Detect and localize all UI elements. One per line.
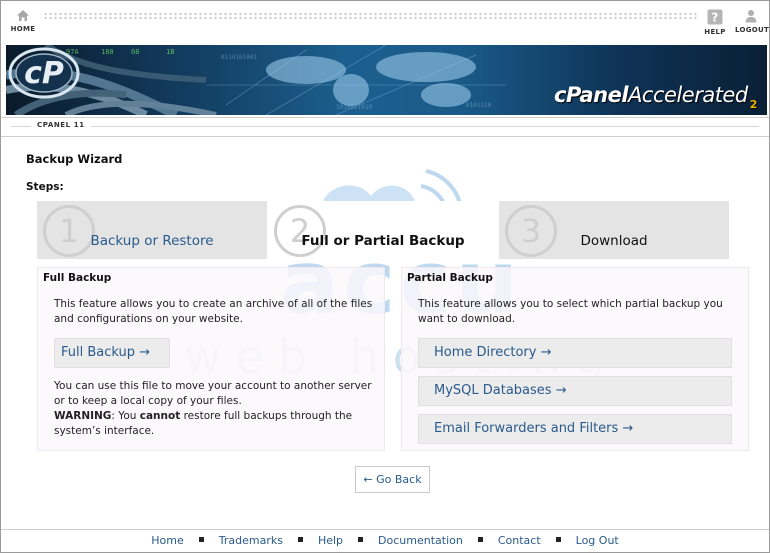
cpanel-brand: cPanelAccelerated 2 [554, 83, 757, 111]
steps-label: Steps: [26, 181, 64, 193]
brand-version: 2 [749, 98, 758, 111]
footer-nav: Home Trademarks Help Documentation Contact Lo… [1, 529, 769, 552]
version-label: CPANEL 11 [31, 121, 91, 129]
mysql-databases-button[interactable]: MySQL Databases → [418, 376, 732, 406]
step-download: 3 Download [499, 201, 729, 259]
footer-link-help[interactable]: Help [318, 534, 343, 547]
brand-suffix: Accelerated [628, 83, 748, 107]
email-forwarders-button[interactable]: Email Forwarders and Filters → [418, 414, 732, 444]
step-backup-or-restore[interactable]: 1 Backup or Restore [37, 201, 267, 259]
step-number-2: 2 [274, 205, 326, 257]
note-text: You can use this file to move your accou… [54, 380, 372, 407]
brand-name: cPanel [554, 83, 629, 107]
full-backup-panel: Full Backup This feature allows you to c… [37, 267, 385, 451]
logout-button[interactable]: LOGOUT [735, 9, 770, 34]
svg-text:?: ? [711, 11, 718, 25]
partial-backup-panel: Partial Backup This feature allows you t… [401, 267, 749, 451]
partial-backup-description: This feature allows you to select which … [418, 298, 723, 325]
home-label: HOME [10, 25, 36, 33]
top-toolbar: HOME ? HELP LOGOUT [1, 1, 769, 41]
footer-separator [555, 537, 561, 542]
page-title: Backup Wizard [26, 152, 123, 166]
home-directory-button[interactable]: Home Directory → [418, 338, 732, 368]
footer-link-trademarks[interactable]: Trademarks [219, 534, 283, 547]
step-number-1: 1 [43, 205, 95, 257]
help-button[interactable]: ? HELP [702, 9, 728, 36]
strip-line [11, 126, 759, 127]
toolbar-divider [43, 12, 698, 20]
svg-text:08: 08 [131, 48, 139, 56]
svg-text:0110101001: 0110101001 [221, 54, 258, 61]
house-icon [17, 10, 29, 21]
person-icon [745, 10, 757, 23]
footer-link-documentation[interactable]: Documentation [378, 534, 463, 547]
logout-label: LOGOUT [735, 26, 770, 34]
full-backup-button[interactable]: Full Backup → [54, 338, 170, 368]
help-label: HELP [704, 28, 726, 36]
header-banner: 97A 188 08 1B 0110101001 1010011010 0101110 c… [6, 45, 767, 115]
cpanel-window: HOME ? HELP LOGOUT 97A 188 08 1B 0110101… [0, 0, 770, 553]
footer-link-home[interactable]: Home [151, 534, 183, 547]
footer-link-logout[interactable]: Log Out [576, 534, 619, 547]
cpanel-logo-icon: cP [8, 47, 80, 99]
svg-text:188: 188 [101, 48, 114, 56]
step-number-3: 3 [505, 205, 557, 257]
full-backup-description: This feature allows you to create an arc… [54, 298, 373, 325]
step-full-or-partial-backup: 2 Full or Partial Backup [268, 201, 498, 259]
warning-strong: cannot [139, 410, 181, 422]
step-label-2: Full or Partial Backup [301, 233, 465, 249]
full-backup-title: Full Backup [43, 272, 112, 284]
footer-separator [477, 537, 483, 542]
go-back-button[interactable]: ← Go Back [355, 466, 430, 493]
warning-pre: : You [111, 410, 140, 422]
svg-text:cP: cP [24, 56, 64, 91]
footer-separator [198, 537, 204, 542]
footer-link-contact[interactable]: Contact [498, 534, 541, 547]
full-backup-note: You can use this file to move your accou… [54, 379, 374, 439]
version-strip: CPANEL 11 [1, 117, 769, 137]
footer-separator [358, 537, 364, 542]
home-button[interactable]: HOME [10, 9, 36, 33]
warning-label: WARNING [54, 410, 112, 422]
footer-separator [297, 537, 303, 542]
svg-text:0101110: 0101110 [466, 102, 492, 109]
question-icon: ? [707, 9, 723, 25]
partial-backup-title: Partial Backup [407, 272, 493, 284]
svg-text:1010011010: 1010011010 [336, 104, 373, 111]
svg-text:1B: 1B [166, 48, 174, 56]
step-label-1: Backup or Restore [90, 233, 214, 249]
step-label-3: Download [580, 233, 648, 249]
